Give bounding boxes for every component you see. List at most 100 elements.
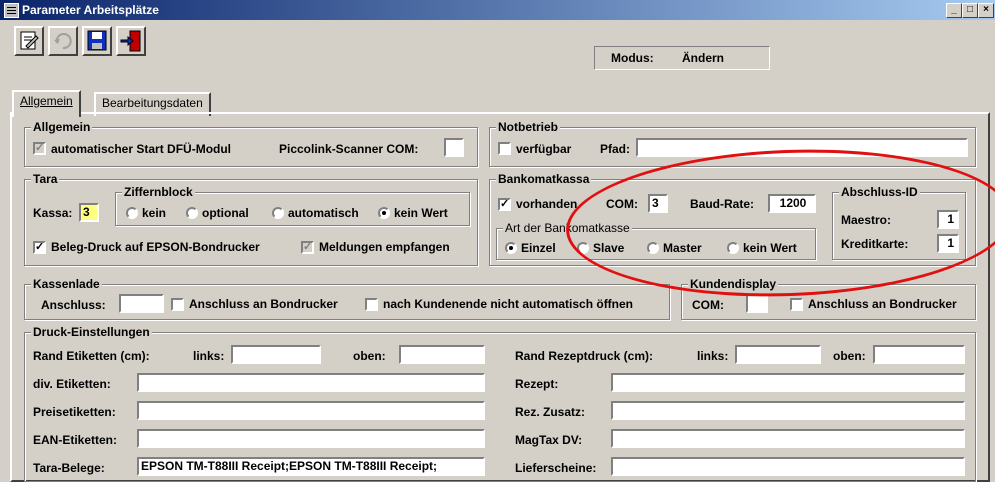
- auto-start-label: automatischer Start DFÜ-Modul: [51, 142, 232, 156]
- kundendisplay-com-input[interactable]: [746, 294, 768, 313]
- rezept-input[interactable]: [611, 373, 965, 392]
- kassenlade-bondrucker-checkbox[interactable]: [171, 298, 184, 311]
- etiketten-oben-input[interactable]: [399, 345, 485, 364]
- kundendisplay-com-label: COM:: [692, 298, 724, 312]
- ziffernblock-automatisch-radio[interactable]: [272, 207, 284, 219]
- undo-button[interactable]: [48, 26, 78, 56]
- nicht-oeffnen-label: nach Kundenende nicht automatisch öffnen: [383, 297, 634, 311]
- rand-etiketten-label: Rand Etiketten (cm):: [33, 349, 150, 363]
- maestro-input[interactable]: 1: [937, 210, 959, 229]
- art-slave-radio[interactable]: [577, 242, 589, 254]
- edit-button[interactable]: [14, 26, 44, 56]
- beleg-druck-label: Beleg-Druck auf EPSON-Bondrucker: [51, 240, 260, 254]
- rezept-links-label: links:: [697, 349, 729, 363]
- group-ziffernblock-title: Ziffernblock: [122, 185, 195, 199]
- maestro-label: Maestro:: [841, 213, 892, 227]
- maximize-button[interactable]: □: [962, 3, 978, 18]
- app-icon: [4, 3, 19, 18]
- piccolink-com-input[interactable]: [444, 138, 464, 157]
- kundendisplay-bondrucker-checkbox[interactable]: [790, 298, 803, 311]
- close-button[interactable]: ×: [978, 3, 994, 18]
- bankomat-com-label: COM:: [606, 197, 638, 211]
- title-bar: Parameter Arbeitsplätze _ □ ×: [0, 0, 995, 20]
- group-allgemein-title: Allgemein: [31, 120, 93, 134]
- edit-document-icon: [20, 31, 39, 50]
- group-kundendisplay: Kundendisplay COM: Anschluss an Bondruck…: [681, 277, 976, 320]
- ziffernblock-kein-radio[interactable]: [126, 207, 138, 219]
- group-bankomatkassa-title: Bankomatkassa: [496, 172, 592, 186]
- group-tara: Tara Kassa: 3 Ziffernblock kein optional…: [24, 172, 478, 266]
- ean-etiketten-label: EAN-Etiketten:: [33, 433, 118, 447]
- group-notbetrieb-title: Notbetrieb: [496, 120, 560, 134]
- verfuegbar-checkbox[interactable]: [498, 142, 511, 155]
- auto-start-checkbox[interactable]: [33, 141, 46, 155]
- kreditkarte-input[interactable]: 1: [937, 234, 959, 253]
- rezept-links-input[interactable]: [735, 345, 821, 364]
- art-einzel-radio[interactable]: [505, 242, 517, 254]
- group-ziffernblock: Ziffernblock kein optional automatisch k…: [115, 185, 470, 226]
- art-master-radio[interactable]: [647, 242, 659, 254]
- rezept-label: Rezept:: [515, 377, 559, 391]
- art-master-label: Master: [663, 241, 702, 255]
- group-druck-einstellungen: Druck-Einstellungen Rand Etiketten (cm):…: [24, 325, 976, 482]
- ziffernblock-kein-wert-label: kein Wert: [394, 206, 448, 220]
- meldungen-label: Meldungen empfangen: [319, 240, 450, 254]
- magtax-input[interactable]: [611, 429, 965, 448]
- bankomat-com-input[interactable]: 3: [648, 194, 668, 213]
- modus-label: Modus:: [611, 51, 654, 65]
- kreditkarte-label: Kreditkarte:: [841, 237, 909, 251]
- modus-value: Ändern: [682, 51, 724, 65]
- exit-door-icon: [120, 30, 141, 52]
- rez-zusatz-label: Rez. Zusatz:: [515, 405, 586, 419]
- ziffernblock-kein-label: kein: [142, 206, 167, 220]
- tara-belege-input[interactable]: EPSON TM-T88III Receipt;EPSON TM-T88III …: [137, 457, 485, 476]
- rezept-oben-input[interactable]: [873, 345, 965, 364]
- save-icon: [87, 30, 107, 51]
- verfuegbar-label: verfügbar: [516, 142, 572, 156]
- group-abschluss-id: Abschluss-ID Maestro: 1 Kreditkarte: 1: [832, 185, 966, 260]
- vorhanden-checkbox[interactable]: [498, 197, 511, 211]
- kundendisplay-bondrucker-label: Anschluss an Bondrucker: [808, 297, 957, 311]
- lieferscheine-input[interactable]: [611, 457, 965, 476]
- preisetiketten-input[interactable]: [137, 401, 485, 420]
- ziffernblock-kein-wert-radio[interactable]: [378, 207, 390, 219]
- group-abschluss-title: Abschluss-ID: [839, 185, 920, 199]
- kassenlade-anschluss-input[interactable]: [119, 294, 164, 313]
- rez-zusatz-input[interactable]: [611, 401, 965, 420]
- kassenlade-bondrucker-label: Anschluss an Bondrucker: [189, 297, 338, 311]
- tab-allgemein[interactable]: Allgemein: [12, 90, 81, 117]
- etiketten-links-input[interactable]: [231, 345, 321, 364]
- kassa-input[interactable]: 3: [79, 203, 99, 222]
- vorhanden-label: vorhanden: [516, 197, 578, 211]
- group-art-bankomatkasse: Art der Bankomatkasse Einzel Slave Maste…: [496, 221, 816, 260]
- nicht-oeffnen-checkbox[interactable]: [365, 298, 378, 311]
- beleg-druck-checkbox[interactable]: [33, 240, 46, 254]
- kassenlade-anschluss-label: Anschluss:: [41, 298, 106, 312]
- group-kassenlade: Kassenlade Anschluss: Anschluss an Bondr…: [24, 277, 670, 320]
- window-title: Parameter Arbeitsplätze: [22, 3, 159, 17]
- ziffernblock-optional-radio[interactable]: [186, 207, 198, 219]
- save-button[interactable]: [82, 26, 112, 56]
- group-notbetrieb: Notbetrieb verfügbar Pfad:: [489, 120, 976, 167]
- kassa-label: Kassa:: [33, 206, 73, 220]
- rand-rezept-label: Rand Rezeptdruck (cm):: [515, 349, 654, 363]
- art-kein-wert-label: kein Wert: [743, 241, 797, 255]
- art-kein-wert-radio[interactable]: [727, 242, 739, 254]
- exit-button[interactable]: [116, 26, 146, 56]
- preisetiketten-label: Preisetiketten:: [33, 405, 116, 419]
- baud-rate-label: Baud-Rate:: [690, 197, 755, 211]
- baud-rate-input[interactable]: 1200: [768, 194, 816, 213]
- group-bankomatkassa: Bankomatkassa vorhanden COM: 3 Baud-Rate…: [489, 172, 976, 266]
- rezept-oben-label: oben:: [833, 349, 866, 363]
- group-allgemein: Allgemein automatischer Start DFÜ-Modul …: [24, 120, 478, 167]
- ean-etiketten-input[interactable]: [137, 429, 485, 448]
- minimize-button[interactable]: _: [946, 3, 962, 18]
- piccolink-label: Piccolink-Scanner COM:: [279, 142, 419, 156]
- etiketten-oben-label: oben:: [353, 349, 386, 363]
- ziffernblock-automatisch-label: automatisch: [288, 206, 359, 220]
- meldungen-checkbox[interactable]: [301, 240, 314, 254]
- pfad-input[interactable]: [636, 138, 968, 157]
- group-kundendisplay-title: Kundendisplay: [688, 277, 779, 291]
- etiketten-links-label: links:: [193, 349, 225, 363]
- div-etiketten-input[interactable]: [137, 373, 485, 392]
